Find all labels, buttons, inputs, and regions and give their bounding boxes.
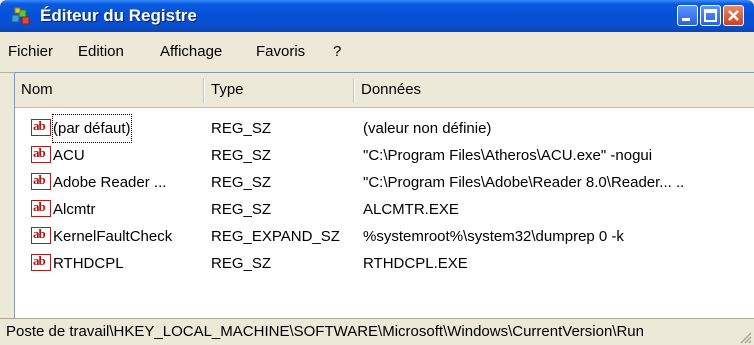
list-item[interactable]: ab ACU REG_SZ "C:\Program Files\Atheros\… xyxy=(15,142,754,169)
value-data: %systemroot%\system32\dumprep 0 -k xyxy=(363,228,624,245)
value-data: ALCMTR.EXE xyxy=(363,201,459,218)
ab-string-value-icon: ab xyxy=(31,145,51,163)
value-data: "C:\Program Files\Atheros\ACU.exe" -nogu… xyxy=(363,147,653,164)
value-type: REG_SZ xyxy=(211,201,272,218)
value-name: Adobe Reader ... xyxy=(53,174,167,191)
close-icon xyxy=(728,10,739,21)
list-item[interactable]: ab Adobe Reader ... REG_SZ "C:\Program F… xyxy=(15,169,754,196)
menu-favoris[interactable]: Favoris xyxy=(256,43,305,60)
close-button[interactable] xyxy=(723,5,744,26)
status-path: Poste de travail\HKEY_LOCAL_MACHINE\SOFT… xyxy=(6,323,644,340)
list-item[interactable]: ab Alcmtr REG_SZ ALCMTR.EXE xyxy=(15,196,754,223)
minimize-button[interactable] xyxy=(677,5,698,26)
ab-string-value-icon: ab xyxy=(31,199,51,217)
list-item[interactable]: ab (par défaut) REG_SZ (valeur non défin… xyxy=(15,114,754,143)
values-list[interactable]: Nom Type Données ab (par défaut) REG_SZ … xyxy=(14,72,754,321)
window-title: Éditeur du Registre xyxy=(40,6,197,25)
value-name: ACU xyxy=(53,147,85,164)
value-name: RTHDCPL xyxy=(53,255,124,272)
menu-help[interactable]: ? xyxy=(333,43,341,60)
column-header-name[interactable]: Nom xyxy=(15,73,203,107)
list-item[interactable]: ab KernelFaultCheck REG_EXPAND_SZ %syste… xyxy=(15,223,754,250)
menu-edition[interactable]: Edition xyxy=(78,43,124,60)
column-header-type[interactable]: Type xyxy=(205,73,353,107)
value-type: REG_SZ xyxy=(211,174,272,191)
registry-editor-window: Éditeur du Registre Fichier Edition Affi… xyxy=(0,0,754,345)
status-bar: Poste de travail\HKEY_LOCAL_MACHINE\SOFT… xyxy=(0,318,754,345)
value-name: (par défaut) xyxy=(52,114,132,143)
menu-affichage[interactable]: Affichage xyxy=(160,43,222,60)
maximize-icon xyxy=(704,9,717,22)
menu-fichier[interactable]: Fichier xyxy=(8,43,53,60)
value-data: "C:\Program Files\Adobe\Reader 8.0\Reade… xyxy=(363,174,685,191)
ab-string-value-icon: ab xyxy=(31,118,51,136)
registry-cubes-icon xyxy=(11,7,30,25)
value-name: KernelFaultCheck xyxy=(53,228,173,245)
value-data: RTHDCPL.EXE xyxy=(363,255,468,272)
column-header-data[interactable]: Données xyxy=(355,73,754,107)
value-type: REG_SZ xyxy=(211,255,272,272)
title-bar[interactable]: Éditeur du Registre xyxy=(0,0,754,32)
value-type: REG_EXPAND_SZ xyxy=(211,228,340,245)
resize-grip-icon[interactable] xyxy=(738,330,752,344)
value-type: REG_SZ xyxy=(211,147,272,164)
ab-string-value-icon: ab xyxy=(31,172,51,190)
ab-string-value-icon: ab xyxy=(31,226,51,244)
value-name: Alcmtr xyxy=(53,201,96,218)
column-header: Nom Type Données xyxy=(15,73,754,108)
list-item[interactable]: ab RTHDCPL REG_SZ RTHDCPL.EXE xyxy=(15,250,754,277)
menu-bar: Fichier Edition Affichage Favoris ? xyxy=(0,32,754,73)
ab-string-value-icon: ab xyxy=(31,253,51,271)
value-data: (valeur non définie) xyxy=(363,120,492,137)
maximize-button[interactable] xyxy=(700,5,721,26)
value-type: REG_SZ xyxy=(211,120,272,137)
minimize-icon xyxy=(682,18,690,21)
